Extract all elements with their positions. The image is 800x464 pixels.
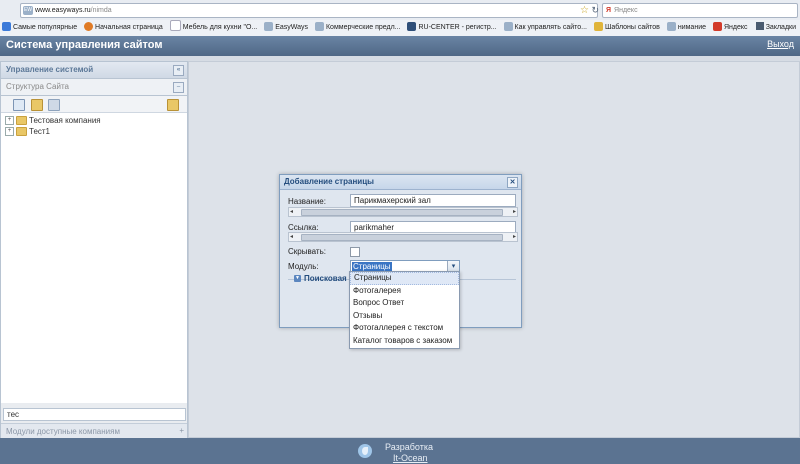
tree-node[interactable]: + Тест1	[1, 126, 187, 137]
site-structure-header: Структура Сайта –	[1, 79, 187, 96]
folder-icon	[16, 127, 27, 137]
bookmark-item[interactable]: Яндекс	[712, 20, 748, 36]
bookmark-icon	[712, 22, 722, 31]
bookmark-icon	[503, 22, 513, 31]
scroll-left-icon[interactable]: ◂	[290, 208, 293, 216]
edit-folder-icon[interactable]	[167, 99, 179, 111]
bookmark-icon	[169, 20, 181, 31]
tree-filter-input[interactable]: тес	[3, 408, 186, 421]
bookmark-item[interactable]: Как управлять сайто...	[503, 20, 587, 36]
search-placeholder: Яндекс	[614, 7, 638, 14]
scroll-right-icon[interactable]: ▸	[513, 208, 516, 216]
bookmark-icon	[314, 22, 324, 31]
module-label: Модуль:	[288, 262, 319, 271]
bookmark-icon	[84, 22, 94, 31]
yandex-icon: Я	[606, 7, 612, 14]
system-panel: Управление системой « Структура Сайта – …	[0, 61, 188, 440]
collapse-section-icon[interactable]: –	[173, 82, 184, 93]
url-path: /nimda	[90, 7, 112, 14]
bookmark-item[interactable]: Шаблоны сайтов	[593, 20, 660, 36]
name-label: Название:	[288, 197, 326, 206]
app-header: Система управления сайтом Выход	[0, 36, 800, 56]
bookmark-icon	[2, 22, 11, 31]
bookmark-item[interactable]: Начальная страница	[84, 20, 163, 36]
logout-link[interactable]: Выход	[767, 39, 794, 49]
bookmark-item[interactable]: RU-CENTER - регистр...	[407, 20, 497, 36]
module-selected-value: Страницы	[352, 262, 392, 271]
close-icon[interactable]: ✕	[507, 177, 518, 188]
bookmarks-menu[interactable]: Закладки	[755, 20, 796, 36]
collapse-arrow-icon[interactable]: ▼	[294, 275, 301, 283]
link-scrollbar[interactable]: ◂ ▸	[288, 232, 518, 242]
expand-icon[interactable]: +	[5, 127, 14, 137]
scroll-thumb[interactable]	[301, 234, 503, 241]
site-tree: + Тестовая компания + Тест1	[1, 113, 187, 403]
system-panel-header: Управление системой «	[1, 62, 187, 79]
scroll-right-icon[interactable]: ▸	[513, 233, 516, 241]
bookmark-item[interactable]: Коммерческие предл...	[314, 20, 401, 36]
bookmark-icon	[593, 22, 603, 31]
it-ocean-logo-icon	[358, 444, 372, 458]
bookmark-item[interactable]: EasyWays	[264, 20, 308, 36]
add-page-icon[interactable]	[13, 99, 25, 111]
hide-checkbox[interactable]	[350, 247, 360, 257]
name-field[interactable]: Парикмахерский зал	[350, 194, 516, 207]
dropdown-option[interactable]: Фотогалерея	[350, 285, 459, 298]
url-host: www.easyways.ru	[35, 7, 91, 14]
browser-toolbar: EW www.easyways.ru/nimda ☆ ↻ Я Яндекс	[0, 0, 800, 21]
scroll-thumb[interactable]	[301, 209, 503, 216]
bookmark-star-icon[interactable]: ☆	[580, 4, 589, 17]
reload-icon[interactable]: ↻	[591, 4, 599, 17]
tree-node[interactable]: + Тестовая компания	[1, 115, 187, 126]
developer-link[interactable]: It-Ocean	[393, 453, 428, 463]
name-scrollbar[interactable]: ◂ ▸	[288, 207, 518, 217]
dialog-header: Добавление страницы ✕	[280, 175, 521, 190]
bookmarks-bar: Самые популярные Начальная страница Мебе…	[0, 20, 800, 37]
modules-panel-header[interactable]: Модули доступные компаниям +	[1, 423, 187, 438]
tree-toolbar	[1, 96, 187, 113]
bookmark-item[interactable]: нимание	[666, 20, 706, 36]
app-title: Система управления сайтом	[6, 39, 163, 51]
site-favicon-icon: EW	[23, 6, 33, 15]
dropdown-option[interactable]: Отзывы	[350, 310, 459, 323]
bookmark-item[interactable]: Мебель для кухни "О...	[169, 20, 257, 36]
scroll-left-icon[interactable]: ◂	[290, 233, 293, 241]
dropdown-option[interactable]: Вопрос Ответ	[350, 297, 459, 310]
copy-icon[interactable]	[48, 99, 60, 111]
hide-label: Скрывать:	[288, 247, 326, 256]
dropdown-option[interactable]: Страницы	[350, 272, 459, 285]
expand-plus-icon[interactable]: +	[179, 427, 184, 435]
dropdown-option[interactable]: Каталог товаров с заказом	[350, 335, 459, 348]
bookmark-icon	[407, 22, 417, 31]
dialog-title: Добавление страницы	[284, 177, 374, 186]
bookmark-item[interactable]: Самые популярные	[2, 20, 77, 36]
dropdown-option[interactable]: Фотогаллерея с текстом	[350, 322, 459, 335]
bookmark-icon	[264, 22, 274, 31]
module-dropdown-list: Страницы Фотогалерея Вопрос Ответ Отзывы…	[349, 271, 460, 349]
footer-dev-label: Разработка	[385, 442, 433, 452]
collapse-left-icon[interactable]: «	[173, 65, 184, 76]
address-bar[interactable]: EW www.easyways.ru/nimda ☆ ↻	[20, 3, 599, 18]
site-structure-title: Структура Сайта	[6, 82, 69, 91]
link-label: Ссылка:	[288, 223, 319, 232]
add-folder-icon[interactable]	[31, 99, 43, 111]
folder-icon	[16, 116, 27, 126]
bookmark-icon	[666, 22, 676, 31]
expand-icon[interactable]: +	[5, 116, 14, 126]
browser-search-field[interactable]: Я Яндекс	[602, 3, 798, 18]
bookmarks-menu-icon	[755, 22, 764, 30]
system-panel-title: Управление системой	[6, 65, 94, 74]
